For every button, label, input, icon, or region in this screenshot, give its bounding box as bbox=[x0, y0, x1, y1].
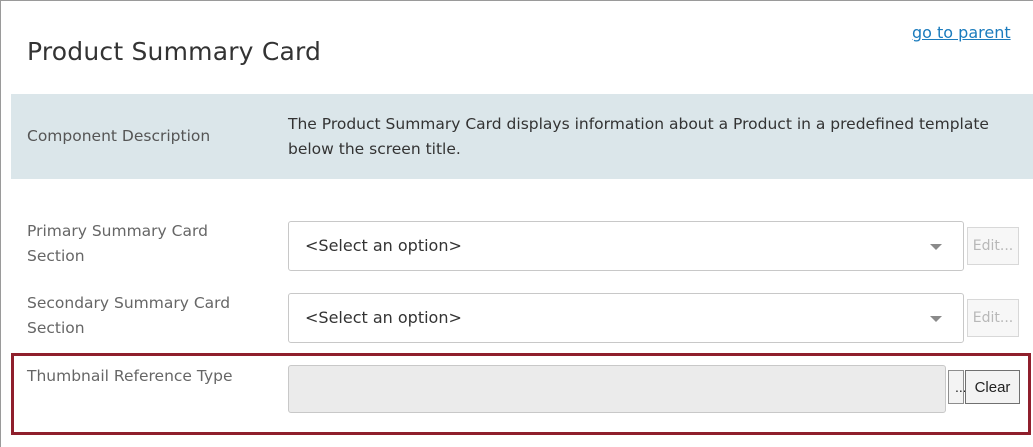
component-description-label: Component Description bbox=[27, 127, 211, 145]
thumbnail-reference-type-input bbox=[288, 365, 946, 413]
secondary-summary-card-section-value: <Select an option> bbox=[305, 308, 462, 327]
product-summary-card-panel: Product Summary Card go to parent Compon… bbox=[0, 0, 1033, 447]
primary-summary-card-section-value: <Select an option> bbox=[305, 236, 462, 255]
go-to-parent-link[interactable]: go to parent bbox=[912, 23, 1011, 42]
primary-summary-card-section-select[interactable]: <Select an option> bbox=[288, 221, 964, 271]
caret-down-icon bbox=[930, 244, 942, 250]
primary-summary-card-section-label: Primary Summary Card Section bbox=[27, 222, 208, 265]
secondary-summary-card-section-label: Secondary Summary Card Section bbox=[27, 294, 231, 337]
thumbnail-reference-type-label: Thumbnail Reference Type bbox=[27, 367, 233, 385]
primary-edit-button: Edit... bbox=[967, 227, 1019, 265]
component-description-text: The Product Summary Card displays inform… bbox=[288, 115, 989, 158]
clear-button[interactable]: Clear bbox=[965, 370, 1020, 404]
component-description-row: Component Description The Product Summar… bbox=[11, 94, 1033, 179]
page-title: Product Summary Card bbox=[27, 37, 322, 66]
secondary-edit-button: Edit... bbox=[967, 299, 1019, 337]
browse-button[interactable]: ... bbox=[948, 370, 967, 404]
caret-down-icon bbox=[930, 316, 942, 322]
secondary-summary-card-section-select[interactable]: <Select an option> bbox=[288, 293, 964, 343]
